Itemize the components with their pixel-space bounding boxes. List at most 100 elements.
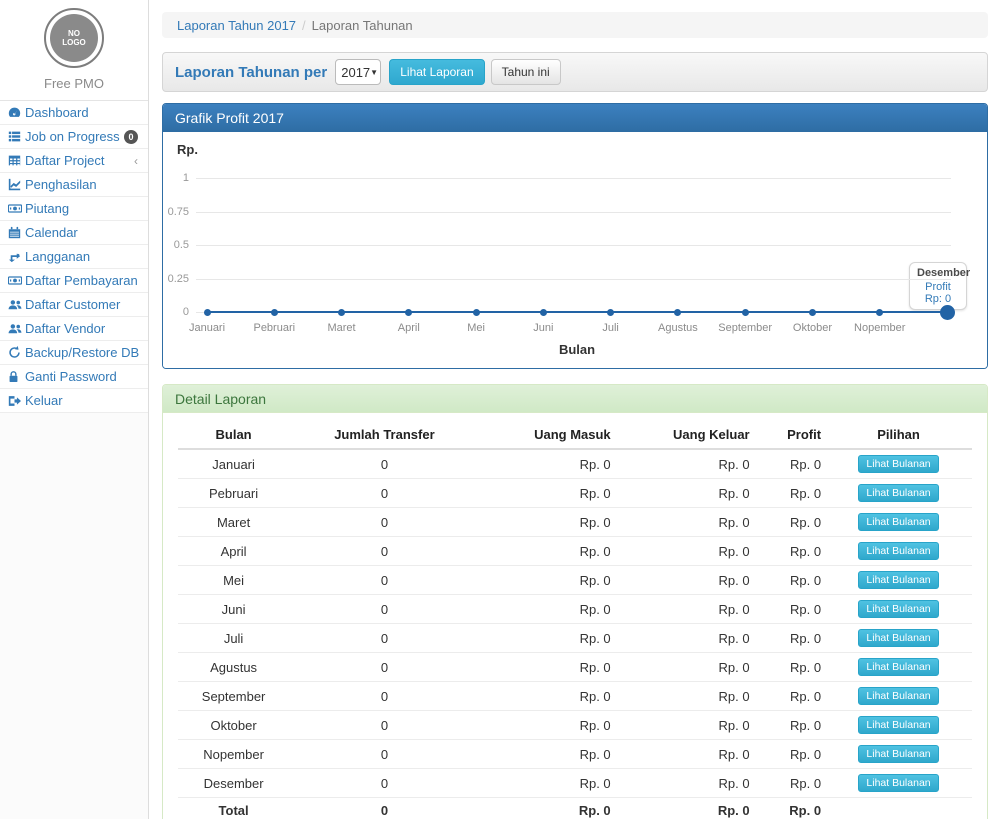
data-point[interactable] xyxy=(473,309,480,316)
column-header-pilihan: Pilihan xyxy=(825,421,972,449)
cell-profit: Rp. 0 xyxy=(754,769,825,798)
cell-uang-keluar: Rp. 0 xyxy=(615,595,754,624)
sidebar-item-ganti-password[interactable]: Ganti Password xyxy=(0,365,148,389)
sidebar-item-backup-restore-db[interactable]: Backup/Restore DB xyxy=(0,341,148,365)
lihat-bulanan-button[interactable]: Lihat Bulanan xyxy=(858,455,938,473)
sidebar-item-label: Ganti Password xyxy=(25,369,117,384)
lihat-bulanan-button[interactable]: Lihat Bulanan xyxy=(858,658,938,676)
data-point[interactable] xyxy=(607,309,614,316)
users-icon xyxy=(8,299,25,311)
cell-uang-masuk: Rp. 0 xyxy=(480,711,615,740)
table-row: Nopember0Rp. 0Rp. 0Rp. 0Lihat Bulanan xyxy=(178,740,972,769)
table-row: Januari0Rp. 0Rp. 0Rp. 0Lihat Bulanan xyxy=(178,449,972,479)
cell-jumlah-transfer: 0 xyxy=(289,595,480,624)
lihat-bulanan-button[interactable]: Lihat Bulanan xyxy=(858,513,938,531)
breadcrumb-link-laporan-tahun[interactable]: Laporan Tahun 2017 xyxy=(177,18,296,33)
cell-profit: Rp. 0 xyxy=(754,624,825,653)
tahun-ini-button[interactable]: Tahun ini xyxy=(491,59,561,85)
data-point[interactable] xyxy=(674,309,681,316)
lihat-laporan-button[interactable]: Lihat Laporan xyxy=(389,59,484,85)
breadcrumb-separator: / xyxy=(302,18,306,33)
sidebar-item-langganan[interactable]: Langganan xyxy=(0,245,148,269)
lihat-bulanan-button[interactable]: Lihat Bulanan xyxy=(858,745,938,763)
sidebar-item-calendar[interactable]: Calendar xyxy=(0,221,148,245)
chart-panel-title: Grafik Profit 2017 xyxy=(163,104,987,132)
money-icon xyxy=(8,202,25,215)
table-row: Pebruari0Rp. 0Rp. 0Rp. 0Lihat Bulanan xyxy=(178,479,972,508)
cell-uang-keluar: Rp. 0 xyxy=(615,653,754,682)
sidebar-item-dashboard[interactable]: Dashboard xyxy=(0,101,148,125)
detail-report-panel: Detail Laporan BulanJumlah TransferUang … xyxy=(162,384,988,819)
cell-uang-keluar: Rp. 0 xyxy=(615,682,754,711)
sidebar-item-daftar-project[interactable]: Daftar Project ‹ xyxy=(0,149,148,173)
cell-uang-keluar: Rp. 0 xyxy=(615,740,754,769)
lihat-bulanan-button[interactable]: Lihat Bulanan xyxy=(858,629,938,647)
cell-pilihan: Lihat Bulanan xyxy=(825,537,972,566)
data-point[interactable] xyxy=(540,309,547,316)
x-tick-label: September xyxy=(718,322,772,334)
data-point[interactable] xyxy=(271,309,278,316)
cell-profit: Rp. 0 xyxy=(754,479,825,508)
sidebar-item-daftar-customer[interactable]: Daftar Customer xyxy=(0,293,148,317)
lihat-bulanan-button[interactable]: Lihat Bulanan xyxy=(858,687,938,705)
cell-jumlah-transfer: 0 xyxy=(289,682,480,711)
sidebar-item-piutang[interactable]: Piutang xyxy=(0,197,148,221)
cell-uang-masuk: Rp. 0 xyxy=(480,595,615,624)
x-tick-label: Oktober xyxy=(793,322,832,334)
cell-profit: Rp. 0 xyxy=(754,566,825,595)
cell-bulan: Agustus xyxy=(178,653,289,682)
sidebar-item-daftar-vendor[interactable]: Daftar Vendor xyxy=(0,317,148,341)
cell-pilihan: Lihat Bulanan xyxy=(825,769,972,798)
sidebar-item-keluar[interactable]: Keluar xyxy=(0,389,148,413)
cell-bulan: Oktober xyxy=(178,711,289,740)
total-uang-masuk: Rp. 0 xyxy=(480,798,615,819)
cell-bulan: Januari xyxy=(178,449,289,479)
lihat-bulanan-button[interactable]: Lihat Bulanan xyxy=(858,716,938,734)
no-logo-seal-icon: NO LOGO xyxy=(50,14,98,62)
cell-bulan: Juli xyxy=(178,624,289,653)
x-tick-label: Januari xyxy=(189,322,225,334)
profit-line-chart: Rp. Desember Profit Rp: 0 Bulan 10.750.5… xyxy=(163,132,987,368)
lihat-bulanan-button[interactable]: Lihat Bulanan xyxy=(858,600,938,618)
data-point[interactable] xyxy=(204,309,211,316)
cell-profit: Rp. 0 xyxy=(754,682,825,711)
x-tick-label: Maret xyxy=(327,322,355,334)
lihat-bulanan-button[interactable]: Lihat Bulanan xyxy=(858,484,938,502)
lihat-bulanan-button[interactable]: Lihat Bulanan xyxy=(858,542,938,560)
year-select[interactable]: 2017 ▼ xyxy=(335,59,381,85)
cell-uang-masuk: Rp. 0 xyxy=(480,653,615,682)
sidebar-item-penghasilan[interactable]: Penghasilan xyxy=(0,173,148,197)
sidebar-item-label: Backup/Restore DB xyxy=(25,345,139,360)
cell-uang-masuk: Rp. 0 xyxy=(480,508,615,537)
sidebar-item-label: Job on Progress xyxy=(25,129,120,144)
tasks-icon xyxy=(8,130,25,143)
cell-uang-masuk: Rp. 0 xyxy=(480,449,615,479)
cell-bulan: Maret xyxy=(178,508,289,537)
sidebar-item-daftar-pembayaran[interactable]: Daftar Pembayaran xyxy=(0,269,148,293)
cell-profit: Rp. 0 xyxy=(754,711,825,740)
cell-pilihan: Lihat Bulanan xyxy=(825,508,972,537)
cell-pilihan: Lihat Bulanan xyxy=(825,682,972,711)
sidebar-item-label: Dashboard xyxy=(25,105,89,120)
year-select-value: 2017 xyxy=(341,65,370,80)
sidebar-item-label: Daftar Project xyxy=(25,153,104,168)
y-tick-label: 0.25 xyxy=(163,273,189,285)
total-profit: Rp. 0 xyxy=(754,798,825,819)
lihat-bulanan-button[interactable]: Lihat Bulanan xyxy=(858,774,938,792)
cell-bulan: Pebruari xyxy=(178,479,289,508)
cell-pilihan: Lihat Bulanan xyxy=(825,711,972,740)
data-point-hovered[interactable] xyxy=(940,305,955,320)
data-point[interactable] xyxy=(742,309,749,316)
data-point[interactable] xyxy=(338,309,345,316)
data-point[interactable] xyxy=(876,309,883,316)
table-row: Juni0Rp. 0Rp. 0Rp. 0Lihat Bulanan xyxy=(178,595,972,624)
table-row: Agustus0Rp. 0Rp. 0Rp. 0Lihat Bulanan xyxy=(178,653,972,682)
data-point[interactable] xyxy=(809,309,816,316)
page-layout: NO LOGO Free PMO DashboardJob on Progres… xyxy=(0,0,1000,819)
sidebar-item-job-on-progress[interactable]: Job on Progress0 xyxy=(0,125,148,149)
lihat-bulanan-button[interactable]: Lihat Bulanan xyxy=(858,571,938,589)
data-point[interactable] xyxy=(405,309,412,316)
cell-pilihan: Lihat Bulanan xyxy=(825,624,972,653)
sidebar-item-label: Daftar Vendor xyxy=(25,321,105,336)
chevron-left-icon: ‹ xyxy=(134,154,138,168)
